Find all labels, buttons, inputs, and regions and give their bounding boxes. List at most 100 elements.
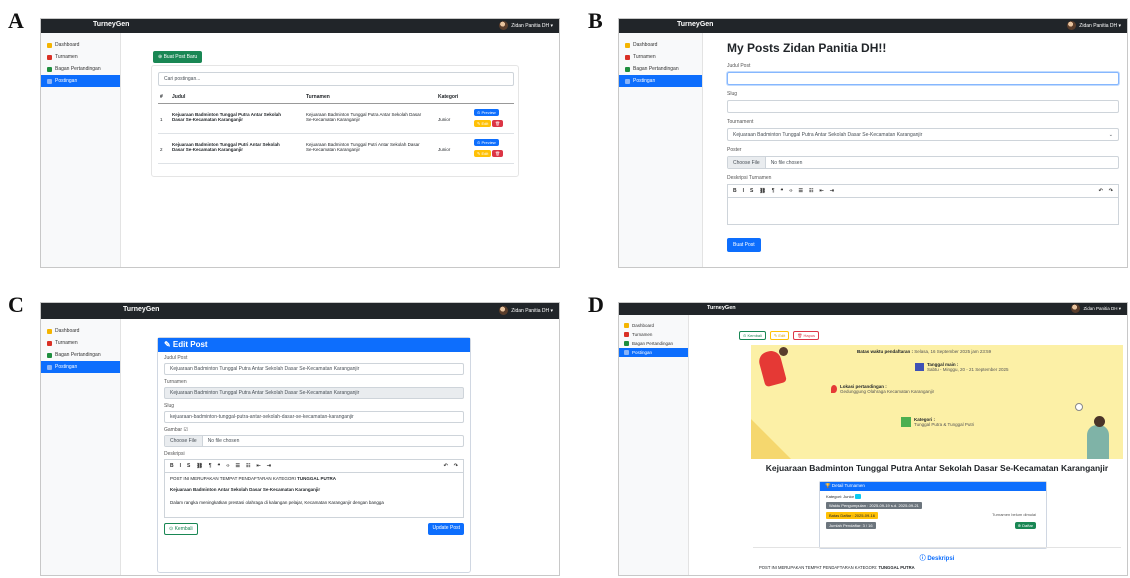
post-icon <box>624 350 629 355</box>
poster-decoration <box>751 419 791 459</box>
heading-icon[interactable]: ¶ <box>209 463 212 469</box>
panel-letter-c: C <box>8 292 24 317</box>
tournament-select[interactable]: Kejuaraan Badminton Tunggal Putra Antar … <box>727 128 1119 141</box>
bold-icon[interactable]: B <box>733 188 737 194</box>
brand-logo[interactable]: TurneyGen <box>123 306 159 313</box>
ordered-list-icon[interactable]: ☷ <box>809 188 813 194</box>
outdent-icon[interactable]: ⇤ <box>820 188 824 194</box>
choose-file-button[interactable]: Choose File <box>165 436 203 446</box>
redo-icon[interactable]: ↷ <box>454 463 458 469</box>
back-button[interactable]: ⊙ Kembali <box>739 331 766 340</box>
gambar-file-input[interactable]: Choose File No file chosen <box>164 435 464 447</box>
sidebar-item-dashboard[interactable]: Dashboard <box>41 39 120 51</box>
preview-button[interactable]: ⊙ Preview <box>474 109 499 116</box>
dashboard-icon <box>624 323 629 328</box>
user-menu[interactable]: Zidan Panitia DH ▾ <box>1067 21 1121 30</box>
sidebar-item-turnamen[interactable]: Turnamen <box>41 51 120 63</box>
search-input[interactable]: Cari postingan... <box>158 72 514 86</box>
trophy-icon <box>47 54 52 60</box>
submit-post-button[interactable]: Buat Post <box>727 238 761 252</box>
sidebar-item-label: Postingan <box>55 364 78 370</box>
sidebar-item-bagan[interactable]: Bagan Pertandingan <box>41 63 120 75</box>
slug-label: Slug <box>727 91 738 97</box>
poster-file-input[interactable]: Choose File No file chosen <box>727 156 1119 169</box>
sidebar-item-postingan[interactable]: Postingan <box>41 75 120 87</box>
delete-icon[interactable]: 🗑 <box>492 120 504 127</box>
undo-icon[interactable]: ↶ <box>1099 188 1103 194</box>
bracket-icon <box>47 352 52 358</box>
post-icon <box>47 78 52 84</box>
delete-icon[interactable]: 🗑 <box>492 150 504 157</box>
slug-input[interactable] <box>727 100 1119 113</box>
table-row: 2 Kejuaraan Badminton Tunggal Putri Anta… <box>158 136 514 164</box>
brand-logo[interactable]: TurneyGen <box>707 305 736 311</box>
user-menu[interactable]: Zidan Panitia DH ▾ <box>499 306 553 315</box>
sidebar-item-bagan[interactable]: Bagan Pertandingan <box>41 349 120 361</box>
quote-icon[interactable]: ❝ <box>781 188 784 194</box>
code-icon[interactable]: ‹› <box>789 188 792 194</box>
code-icon[interactable]: ‹› <box>226 463 229 469</box>
indent-icon[interactable]: ⇥ <box>830 188 834 194</box>
description-editor[interactable]: POST INI MERUPAKAN TEMPAT PENDAFTARAN KA… <box>164 472 464 518</box>
sidebar: Dashboard Turnamen Bagan Pertandingan Po… <box>41 33 121 267</box>
link-icon[interactable]: ⛓ <box>759 188 765 194</box>
edit-button[interactable]: ✎ Edit <box>474 120 492 127</box>
ordered-list-icon[interactable]: ☷ <box>246 463 250 469</box>
redo-icon[interactable]: ↷ <box>1109 188 1113 194</box>
kategori-text: Kategori: Junior <box>826 494 855 499</box>
editor-text-bold: TUNGGAL PUTRA <box>297 476 337 481</box>
new-post-button[interactable]: ⊕ Buat Post Baru <box>153 51 203 63</box>
judul-input[interactable] <box>727 72 1119 85</box>
sidebar-item-label: Postingan <box>632 350 653 355</box>
link-icon[interactable]: ⛓ <box>196 463 202 469</box>
list-icon[interactable]: ☰ <box>236 463 240 469</box>
undo-icon[interactable]: ↶ <box>444 463 448 469</box>
row-turnamen: Kejuaraan Badminton Tunggal Putri Antar … <box>306 142 420 152</box>
deadline-label: Batas waktu pendaftaran : <box>857 349 914 354</box>
sidebar-item-label: Turnamen <box>55 340 78 346</box>
sidebar-item-postingan[interactable]: Postingan <box>619 75 702 87</box>
register-button[interactable]: ⊕ Daftar <box>1014 522 1036 529</box>
panel-letter-d: D <box>588 292 604 317</box>
sidebar-item-bagan[interactable]: Bagan Pertandingan <box>619 63 702 75</box>
deskripsi-text-bold: TUNGGAL PUTRA <box>878 565 915 570</box>
sidebar-item-postingan[interactable]: Postingan <box>619 348 688 357</box>
indent-icon[interactable]: ⇥ <box>267 463 271 469</box>
sidebar-item-turnamen[interactable]: Turnamen <box>619 330 688 339</box>
brand-logo[interactable]: TurneyGen <box>677 21 713 28</box>
sidebar-item-dashboard[interactable]: Dashboard <box>619 39 702 51</box>
sidebar-item-dashboard[interactable]: Dashboard <box>619 321 688 330</box>
edit-button[interactable]: ✎ Edit <box>769 331 790 340</box>
delete-button[interactable]: 🗑 Hapus <box>793 331 820 340</box>
sidebar-item-postingan[interactable]: Postingan <box>41 361 120 373</box>
choose-file-button[interactable]: Choose File <box>728 157 766 168</box>
brand-logo[interactable]: TurneyGen <box>93 21 129 28</box>
strikethrough-icon[interactable]: S <box>750 188 753 194</box>
sidebar-item-turnamen[interactable]: Turnamen <box>619 51 702 63</box>
judul-input[interactable]: Kejuaraan Badminton Tunggal Putra Antar … <box>164 363 464 375</box>
description-editor[interactable] <box>727 197 1119 225</box>
quote-icon[interactable]: ❝ <box>218 463 221 469</box>
list-icon[interactable]: ☰ <box>799 188 803 194</box>
user-menu[interactable]: Zidan Panitia DH ▾ <box>1071 304 1121 313</box>
user-menu[interactable]: Zidan Panitia DH ▾ <box>499 21 553 30</box>
update-post-button[interactable]: Update Post <box>428 523 464 535</box>
outdent-icon[interactable]: ⇤ <box>257 463 261 469</box>
italic-icon[interactable]: I <box>743 188 744 194</box>
sidebar-item-label: Turnamen <box>632 332 653 337</box>
navbar: TurneyGen Zidan Panitia DH ▾ <box>619 19 1127 33</box>
italic-icon[interactable]: I <box>180 463 181 469</box>
heading-icon[interactable]: ¶ <box>772 188 775 194</box>
sidebar-item-bagan[interactable]: Bagan Pertandingan <box>619 339 688 348</box>
preview-button[interactable]: ⊙ Preview <box>474 139 499 146</box>
player-figure-right <box>1087 425 1109 459</box>
sidebar-item-turnamen[interactable]: Turnamen <box>41 337 120 349</box>
card-header: ✎ Edit Post <box>158 338 470 352</box>
trophy-icon <box>624 332 629 337</box>
sidebar-item-dashboard[interactable]: Dashboard <box>41 325 120 337</box>
slug-input[interactable]: kejuaraan-badminton-tunggal-putra-antar-… <box>164 411 464 423</box>
edit-button[interactable]: ✎ Edit <box>474 150 492 157</box>
bold-icon[interactable]: B <box>170 463 174 469</box>
back-button[interactable]: ⊙ Kembali <box>164 523 198 535</box>
strikethrough-icon[interactable]: S <box>187 463 190 469</box>
